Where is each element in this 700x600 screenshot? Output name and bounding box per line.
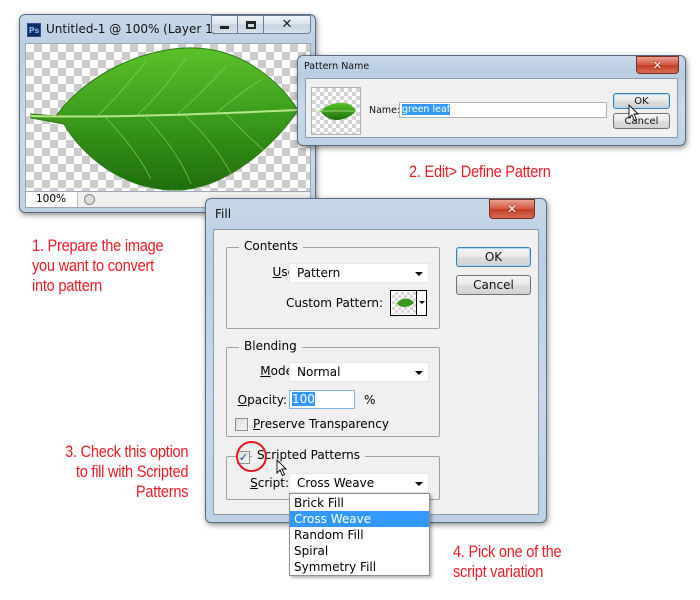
leaf-thumbnail-icon [316,102,356,120]
opacity-unit: % [364,393,376,407]
close-button[interactable]: ✕ [263,15,311,34]
close-button[interactable]: ✕ [636,56,679,74]
document-title-bar[interactable]: Ps Untitled-1 @ 100% (Layer 1, ... ✕ [20,15,315,41]
dialog-title: Fill [215,207,232,221]
pattern-name-value: green leaf [402,104,451,115]
close-button[interactable]: ✕ [489,199,535,219]
cancel-button[interactable]: Cancel [613,113,670,129]
pattern-swatch [392,292,416,314]
script-value: Cross Weave [297,476,375,490]
photoshop-logo-icon: Ps [27,23,41,37]
mode-label: Mode: [260,364,297,378]
contents-legend: Contents [239,239,303,253]
script-option-random-fill[interactable]: Random Fill [290,527,429,543]
pattern-name-input[interactable]: green leaf [399,102,607,118]
blending-legend: Blending [239,339,302,353]
zoom-level-field[interactable]: 100% [26,192,78,207]
maximize-button[interactable] [237,15,264,34]
chevron-down-icon[interactable] [416,291,426,315]
script-option-symmetry-fill[interactable]: Symmetry Fill [290,559,429,575]
chevron-down-icon [415,272,423,276]
highlight-circle [236,441,267,472]
close-icon: ✕ [281,17,293,32]
script-options-list: Brick Fill Cross Weave Random Fill Spira… [289,493,430,576]
use-value: Pattern [297,266,341,280]
chevron-down-icon [415,482,423,486]
blending-group: Blending Mode: Normal Opacity: 100 % Pre… [226,339,440,437]
dialog-title: Pattern Name [304,61,370,72]
opacity-input[interactable]: 100 [289,390,355,409]
contents-group: Contents Use: Pattern Custom Pattern: [226,239,440,329]
use-dropdown[interactable]: Pattern [289,263,429,283]
annotation-step-3: 3. Check this option to fill with Script… [64,442,189,501]
mouse-pointer-icon [276,459,288,477]
pattern-thumbnail [311,87,361,135]
close-icon: ✕ [652,58,663,72]
minimize-icon [220,25,229,29]
preserve-transparency-label: Preserve Transparency [253,417,389,431]
scripted-patterns-label: Scripted Patterns [252,448,366,462]
document-title: Untitled-1 @ 100% (Layer 1, ... [46,22,222,36]
script-option-brick-fill[interactable]: Brick Fill [290,495,429,511]
preserve-transparency-checkbox[interactable] [235,418,248,431]
maximize-icon [245,20,256,29]
status-info-icon[interactable] [84,194,95,205]
mode-dropdown[interactable]: Normal [289,362,429,382]
photoshop-document-window: Ps Untitled-1 @ 100% (Layer 1, ... ✕ 100… [19,14,316,213]
script-option-spiral[interactable]: Spiral [290,543,429,559]
mouse-pointer-icon [628,104,640,122]
close-icon: ✕ [506,202,518,216]
annotation-step-2: 2. Edit> Define Pattern [409,162,551,181]
mode-value: Normal [297,365,341,379]
ok-button[interactable]: OK [613,93,670,109]
leaf-image [30,47,299,191]
pattern-name-dialog: Pattern Name ✕ Name: green leaf OK Cance… [297,55,686,146]
opacity-label: Opacity: [237,393,287,407]
ok-button[interactable]: OK [456,247,531,267]
annotation-step-1: 1. Prepare the image you want to convert… [32,236,164,295]
document-canvas[interactable] [25,43,311,192]
script-dropdown[interactable]: Cross Weave [289,473,429,493]
script-option-cross-weave[interactable]: Cross Weave [290,511,429,527]
annotation-step-4: 4. Pick one of the script variation [453,542,562,581]
cancel-button[interactable]: Cancel [456,275,531,295]
leaf-swatch-icon [394,298,414,307]
dialog-body: Contents Use: Pattern Custom Pattern: OK… [213,229,539,515]
name-label: Name: [369,105,401,116]
script-label: Script: [250,476,289,490]
minimize-button[interactable] [211,15,238,34]
dialog-body: Name: green leaf OK Cancel [305,78,678,138]
custom-pattern-label: Custom Pattern: [285,296,383,310]
fill-dialog: Fill ✕ Contents Use: Pattern Custom Patt… [205,198,547,523]
custom-pattern-picker[interactable] [390,290,427,316]
chevron-down-icon [415,371,423,375]
opacity-value: 100 [292,392,315,406]
